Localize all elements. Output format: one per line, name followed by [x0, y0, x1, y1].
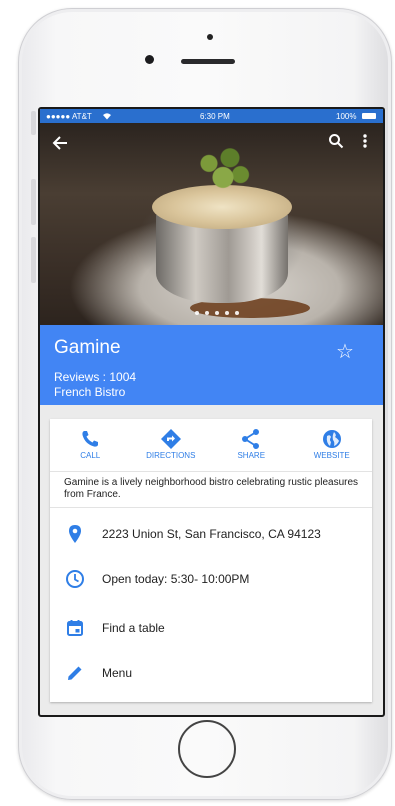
call-button[interactable]: CALL [50, 419, 131, 471]
mute-switch [31, 111, 36, 135]
directions-icon [160, 429, 181, 449]
directions-button[interactable]: DIRECTIONS [131, 419, 212, 471]
carousel-dot[interactable] [215, 311, 219, 315]
phone-icon [82, 431, 99, 447]
arrow-back-icon[interactable] [52, 135, 68, 151]
restaurant-category: French Bistro [54, 385, 126, 399]
app-screen: ●●●●● AT&T 6:30 PM 100% Gamine ☆ Reviews… [38, 107, 385, 717]
restaurant-header: Gamine ☆ Reviews : 1004 French Bistro [40, 325, 383, 405]
home-button[interactable] [178, 720, 236, 778]
favorite-star-icon[interactable]: ☆ [336, 339, 354, 364]
share-icon [242, 429, 260, 449]
food-microgreens [188, 141, 258, 197]
share-button[interactable]: SHARE [211, 419, 292, 471]
status-bar: ●●●●● AT&T 6:30 PM 100% [40, 109, 383, 123]
restaurant-description: Gamine is a lively neighborhood bistro c… [64, 477, 359, 500]
hours-row[interactable]: Open today: 5:30- 10:00PM [50, 561, 372, 597]
call-label: CALL [80, 451, 101, 460]
find-table-row[interactable]: Find a table [50, 610, 372, 646]
hero-image[interactable] [40, 123, 383, 325]
battery-percent: 100% [336, 112, 357, 121]
restaurant-name: Gamine [54, 337, 121, 358]
menu-row[interactable]: Menu [50, 655, 372, 691]
carousel-dot[interactable] [235, 311, 239, 315]
pencil-icon [68, 666, 82, 680]
carousel-indicator[interactable] [195, 311, 239, 315]
globe-icon [322, 430, 341, 448]
menu-text: Menu [102, 666, 133, 680]
website-button[interactable]: WEBSITE [292, 419, 373, 471]
website-label: WEBSITE [313, 451, 350, 460]
earpiece-speaker [181, 59, 235, 64]
clock-icon [66, 570, 84, 588]
address-text: 2223 Union St, San Francisco, CA 94123 [102, 527, 321, 541]
find-table-text: Find a table [102, 621, 165, 635]
divider [50, 507, 372, 508]
clock-time: 6:30 PM [200, 112, 230, 121]
search-icon[interactable] [328, 133, 344, 149]
calendar-icon [67, 620, 83, 636]
carousel-dot[interactable] [205, 311, 209, 315]
carrier-label: ●●●●● AT&T [46, 112, 92, 121]
proximity-sensor [207, 34, 213, 40]
location-pin-icon [69, 525, 81, 543]
reviews-count: Reviews : 1004 [54, 370, 137, 384]
details-card: CALL DIRECTIONS SHARE WEBSITE Gamine is … [50, 419, 372, 702]
share-label: SHARE [237, 451, 266, 460]
action-bar: CALL DIRECTIONS SHARE WEBSITE [50, 419, 372, 472]
address-row[interactable]: 2223 Union St, San Francisco, CA 94123 [50, 516, 372, 552]
battery-icon [362, 113, 376, 119]
carousel-dot[interactable] [195, 311, 199, 315]
wifi-icon [103, 113, 111, 120]
front-camera [145, 55, 154, 64]
carousel-dot[interactable] [225, 311, 229, 315]
volume-up-button [31, 179, 36, 225]
hours-text: Open today: 5:30- 10:00PM [102, 572, 250, 586]
directions-label: DIRECTIONS [146, 451, 196, 460]
volume-down-button [31, 237, 36, 283]
more-vert-icon[interactable] [362, 133, 368, 149]
